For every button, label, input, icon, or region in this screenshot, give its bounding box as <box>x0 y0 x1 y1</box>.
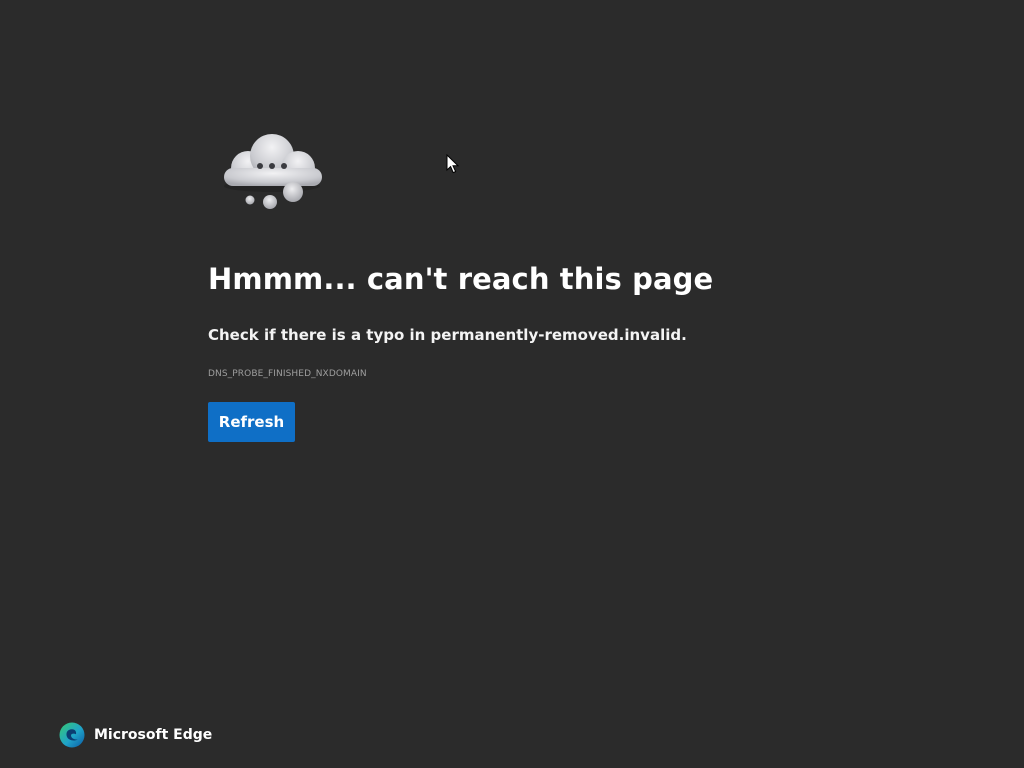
mouse-cursor-icon <box>446 154 460 174</box>
error-title: Hmmm... can't reach this page <box>208 262 714 296</box>
browser-name: Microsoft Edge <box>94 727 213 743</box>
error-message: Check if there is a typo in permanently-… <box>208 326 687 344</box>
refresh-button[interactable]: Refresh <box>208 402 295 442</box>
error-page: Hmmm... can't reach this page Check if t… <box>0 0 1024 768</box>
cloud-thinking-icon <box>224 134 322 209</box>
error-code: DNS_PROBE_FINISHED_NXDOMAIN <box>208 369 367 379</box>
edge-logo-icon <box>59 722 85 748</box>
browser-branding: Microsoft Edge <box>59 722 212 748</box>
